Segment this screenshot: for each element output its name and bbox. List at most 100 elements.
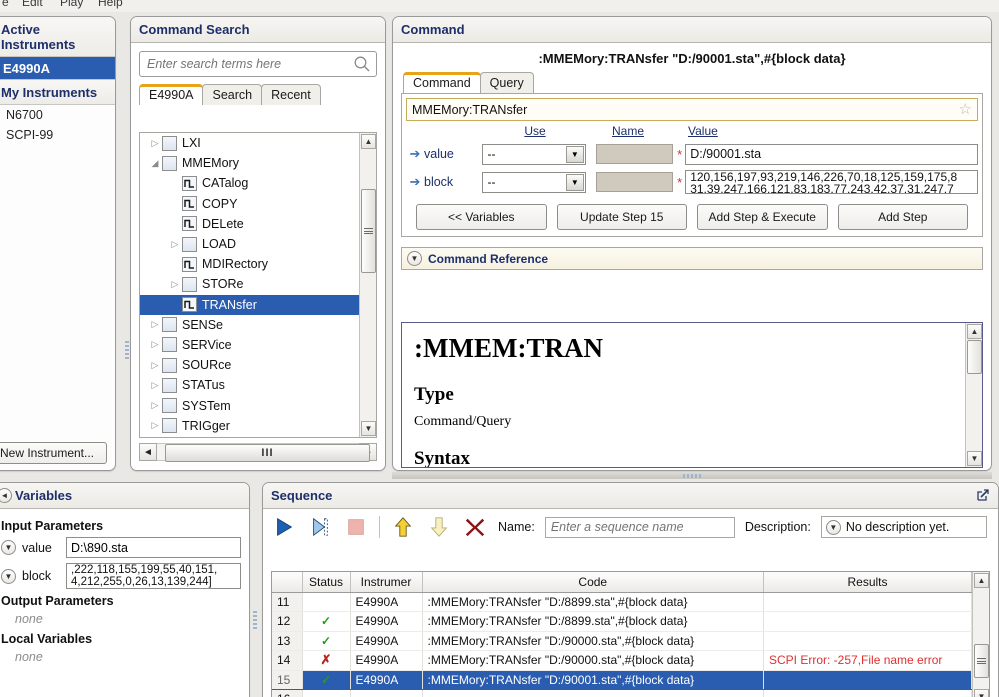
param-name-field-block[interactable]: [595, 172, 674, 192]
arrow-down-icon[interactable]: [426, 514, 452, 540]
step-icon[interactable]: [307, 514, 333, 540]
scroll-up-arrow[interactable]: ▲: [361, 134, 376, 149]
scroll-thumb[interactable]: [967, 340, 982, 374]
command-input[interactable]: [406, 98, 978, 121]
scroll-down-arrow[interactable]: ▼: [974, 689, 989, 697]
new-instrument-button[interactable]: New Instrument...: [0, 442, 107, 464]
tree-node-mmemory[interactable]: ◢ MMEMory: [140, 153, 359, 173]
chevron-right-icon[interactable]: ▷: [148, 380, 162, 391]
table-row[interactable]: 13 ✓ E4990A:MMEMory:TRANsfer "D:/90000.sta…: [272, 631, 972, 651]
sequence-vertical-scrollbar[interactable]: ▲ ▼: [972, 572, 989, 697]
param-value-input-value[interactable]: [685, 143, 978, 165]
tree-node-trigger[interactable]: ▷ TRIGger: [140, 416, 359, 436]
update-step-button[interactable]: Update Step 15: [556, 204, 687, 230]
scroll-down-arrow[interactable]: ▼: [967, 451, 982, 466]
param-use-dropdown-block[interactable]: -- ▼: [481, 171, 586, 193]
scroll-thumb[interactable]: [361, 189, 376, 273]
menu-item-file[interactable]: e: [2, 0, 9, 9]
hscroll-track[interactable]: III: [157, 443, 370, 462]
table-row[interactable]: 14 ✗ E4990A:MMEMory:TRANsfer "D:/90000.sta…: [272, 650, 972, 671]
command-reference-header[interactable]: ▼ Command Reference: [401, 247, 983, 270]
sequence-description-dropdown[interactable]: ▼ No description yet.: [820, 516, 987, 538]
chevron-right-icon[interactable]: ▷: [148, 420, 162, 431]
add-step-button[interactable]: Add Step: [837, 204, 968, 230]
scroll-down-arrow[interactable]: ▼: [361, 421, 376, 436]
tab-search[interactable]: Search: [202, 84, 263, 105]
col-code[interactable]: Code: [422, 572, 764, 593]
tree-node-service[interactable]: ▷ SERVice: [140, 335, 359, 355]
sidebar-item-n6700[interactable]: N6700: [0, 105, 115, 125]
play-icon[interactable]: [271, 514, 297, 540]
col-instrument[interactable]: Instrumer: [350, 572, 423, 593]
tree-node-catalog[interactable]: CATalog: [140, 173, 359, 193]
param-use-dropdown-value[interactable]: -- ▼: [481, 143, 586, 165]
tree-node-source[interactable]: ▷ SOURce: [140, 355, 359, 375]
col-results[interactable]: Results: [763, 572, 972, 593]
sidebar-item-e4990a[interactable]: E4990A: [0, 57, 115, 79]
command-tree[interactable]: ▷ LXI ◢ MMEMory CATalog COPY DELete ▷ LOAD MDIRec…: [139, 132, 377, 438]
stop-icon[interactable]: [343, 514, 369, 540]
tree-node-store[interactable]: ▷ STORe: [140, 274, 359, 294]
chevron-right-icon[interactable]: ▷: [148, 360, 162, 371]
add-step-execute-button[interactable]: Add Step & Execute: [697, 204, 828, 230]
table-row[interactable]: 15 ✓ E4990A:MMEMory:TRANsfer "D:/90001.sta…: [272, 670, 972, 690]
table-row[interactable]: 12 ✓ E4990A:MMEMory:TRANsfer "D:/8899.sta"…: [272, 611, 972, 632]
param-name-field-value[interactable]: [595, 144, 674, 164]
chevron-right-icon[interactable]: ▷: [148, 138, 162, 149]
scroll-left-arrow[interactable]: ◄: [139, 443, 157, 461]
tree-node-*cls[interactable]: *CLS: [140, 436, 359, 437]
chevron-down-icon[interactable]: ▼: [565, 173, 584, 191]
tab-query[interactable]: Query: [479, 72, 534, 93]
tab-command[interactable]: Command: [403, 72, 481, 93]
col-status[interactable]: Status: [302, 572, 351, 593]
vertical-splitter-bottom[interactable]: [251, 600, 258, 640]
chevron-down-icon[interactable]: ▼: [1, 568, 16, 584]
tree-node-load[interactable]: ▷ LOAD: [140, 234, 359, 254]
table-row[interactable]: 16: [272, 689, 972, 697]
tree-node-lxi[interactable]: ▷ LXI: [140, 133, 359, 153]
tab-recent[interactable]: Recent: [261, 84, 321, 105]
variable-input-block[interactable]: ,222,118,155,199,55,40,151, 4,212,255,0,…: [66, 563, 241, 589]
scroll-thumb[interactable]: [974, 644, 989, 678]
tree-vertical-scrollbar[interactable]: ▲ ▼: [359, 133, 376, 437]
param-value-input-block[interactable]: 120,156,197,93,219,146,226,70,18,125,159…: [685, 170, 978, 194]
tree-node-delete[interactable]: DELete: [140, 214, 359, 234]
scroll-up-arrow[interactable]: ▲: [974, 573, 989, 588]
horizontal-splitter[interactable]: [392, 472, 992, 479]
variable-input-value[interactable]: [66, 537, 241, 558]
menu-item-help[interactable]: Help: [98, 0, 123, 9]
chevron-down-icon[interactable]: ◢: [148, 158, 162, 169]
scroll-up-arrow[interactable]: ▲: [967, 324, 982, 339]
chevron-down-icon[interactable]: ▼: [565, 145, 584, 163]
variables-toggle-button[interactable]: << Variables: [416, 204, 547, 230]
col-index[interactable]: [272, 572, 303, 593]
chevron-right-icon[interactable]: ▷: [168, 279, 182, 290]
chevron-right-icon[interactable]: ▷: [148, 319, 162, 330]
favorite-star-icon[interactable]: ☆: [959, 102, 972, 117]
tree-horizontal-scrollbar[interactable]: ◄ III ►: [139, 442, 377, 462]
hscroll-thumb[interactable]: III: [165, 444, 370, 462]
arrow-up-icon[interactable]: [390, 514, 416, 540]
chevron-right-icon[interactable]: ▷: [148, 400, 162, 411]
sidebar-item-scpi99[interactable]: SCPI-99: [0, 125, 115, 145]
chevron-right-icon[interactable]: ▷: [168, 239, 182, 250]
chevron-down-icon[interactable]: ▼: [825, 519, 841, 535]
tree-node-sense[interactable]: ▷ SENSe: [140, 315, 359, 335]
chevron-down-icon[interactable]: ▼: [1, 540, 16, 555]
menu-item-play[interactable]: Play: [60, 0, 83, 9]
tree-node-mdirectory[interactable]: MDIRectory: [140, 254, 359, 274]
tree-node-status[interactable]: ▷ STATus: [140, 375, 359, 395]
table-row[interactable]: 11 E4990A:MMEMory:TRANsfer "D:/8899.sta",…: [272, 592, 972, 612]
reference-vertical-scrollbar[interactable]: ▲ ▼: [965, 323, 982, 467]
delete-x-icon[interactable]: [462, 514, 488, 540]
tree-node-system[interactable]: ▷ SYSTem: [140, 395, 359, 415]
chevron-down-icon[interactable]: ▼: [407, 251, 422, 266]
tree-node-copy[interactable]: COPY: [140, 194, 359, 214]
tab-e4990a[interactable]: E4990A: [139, 84, 204, 105]
tree-node-transfer[interactable]: TRANsfer: [140, 294, 359, 315]
menu-item-edit[interactable]: Edit: [22, 0, 43, 9]
sequence-name-input[interactable]: [544, 516, 735, 538]
vertical-splitter[interactable]: [123, 330, 130, 370]
popout-icon[interactable]: [976, 488, 990, 502]
search-input[interactable]: [139, 51, 377, 77]
